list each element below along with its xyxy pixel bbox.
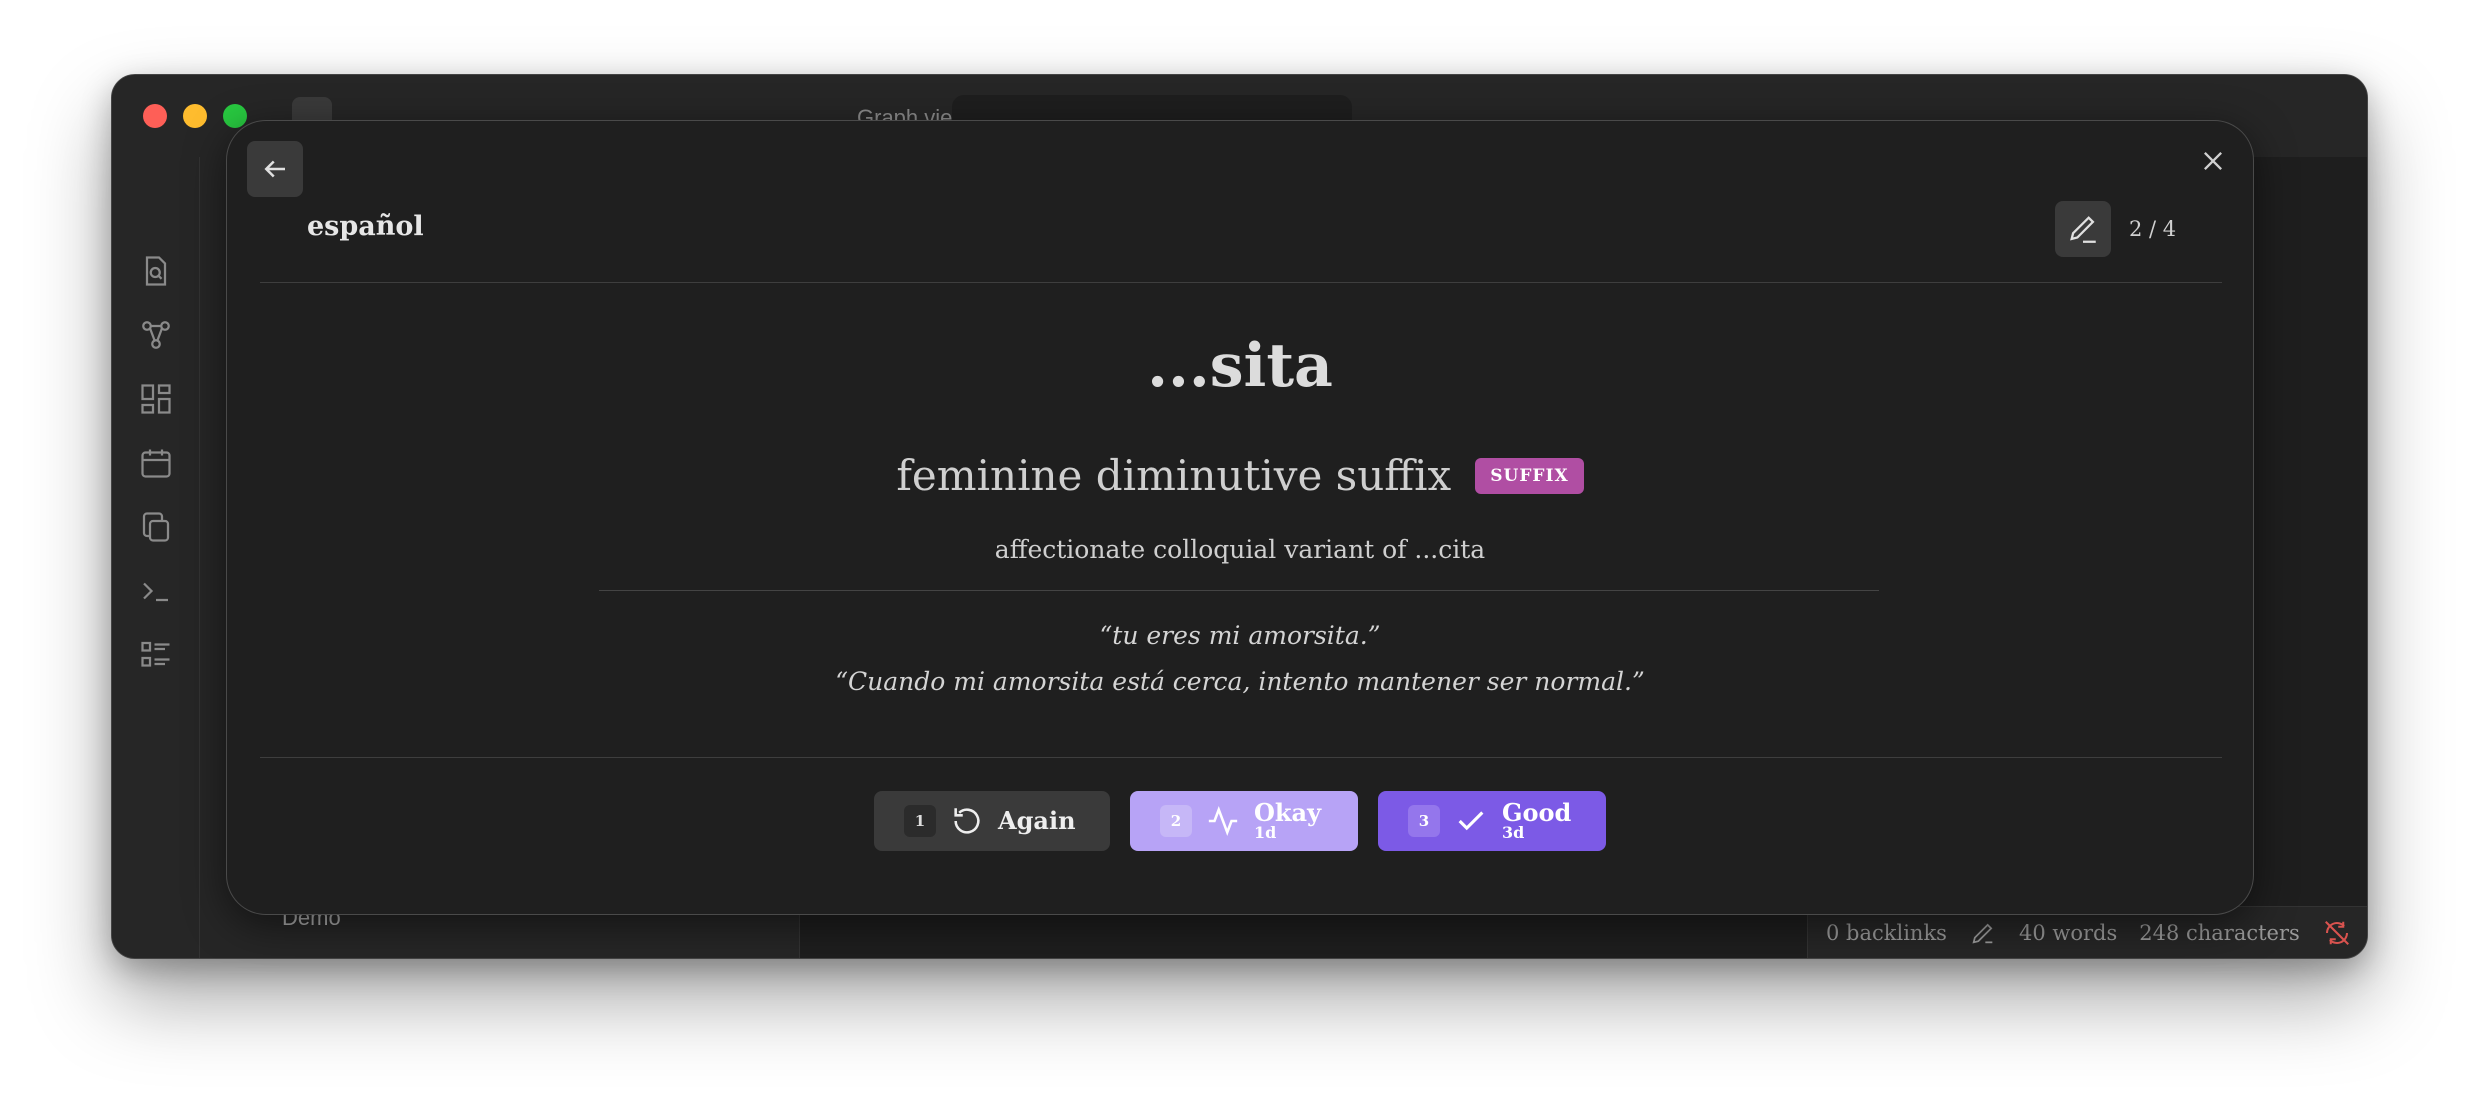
rotate-ccw-icon	[954, 808, 980, 834]
word-count: 40 words	[2018, 920, 2118, 945]
calendar-icon[interactable]	[138, 445, 174, 481]
shortcut-key: 1	[904, 805, 936, 837]
copy-icon[interactable]	[138, 509, 174, 545]
shortcut-key: 3	[1408, 805, 1440, 837]
good-label-group: Good 3d	[1502, 800, 1571, 842]
search-file-icon[interactable]	[138, 253, 174, 289]
card-term: ...sita	[1147, 331, 1333, 401]
deck-name: español	[307, 211, 424, 242]
answer-buttons: 1 Again 2 Okay 1d 3 Good 3d	[227, 791, 2253, 851]
ribbon	[112, 157, 200, 958]
close-icon	[2204, 152, 2222, 170]
divider	[260, 757, 2222, 758]
again-label: Again	[998, 806, 1076, 836]
okay-interval: 1d	[1254, 823, 1277, 843]
definition-row: feminine diminutive suffix SUFFIX	[227, 451, 2253, 500]
card-definition: feminine diminutive suffix	[896, 451, 1452, 500]
pencil-icon[interactable]	[1969, 919, 1997, 947]
again-button[interactable]: 1 Again	[874, 791, 1110, 851]
minimize-window-button[interactable]	[183, 104, 207, 128]
sync-error-icon[interactable]	[2322, 918, 2352, 948]
edit-card-button[interactable]	[2055, 201, 2111, 257]
arrow-left-icon	[264, 160, 285, 178]
divider	[599, 590, 1879, 591]
character-count: 248 characters	[2139, 920, 2300, 945]
okay-label-group: Okay 1d	[1254, 800, 1321, 842]
activity-icon	[1208, 806, 1238, 836]
card-counter: 2 / 4	[2129, 217, 2177, 241]
back-button[interactable]	[247, 141, 303, 197]
flashcard-modal: español 2 / 4 ...sita feminine diminutiv…	[226, 120, 2254, 915]
divider	[260, 282, 2222, 283]
list-icon[interactable]	[138, 637, 174, 673]
check-icon	[1458, 811, 1484, 831]
pencil-icon	[2070, 216, 2096, 243]
good-button[interactable]: 3 Good 3d	[1378, 791, 1606, 851]
backlinks-count[interactable]: 0 backlinks	[1826, 921, 1947, 945]
good-interval: 3d	[1502, 823, 1525, 843]
part-of-speech-badge: SUFFIX	[1475, 457, 1584, 494]
graph-icon[interactable]	[138, 317, 174, 353]
maximize-window-button[interactable]	[223, 104, 247, 128]
terminal-icon[interactable]	[138, 573, 174, 609]
close-window-button[interactable]	[143, 104, 167, 128]
card-note: affectionate colloquial variant of ...ci…	[994, 535, 1486, 564]
close-modal-button[interactable]	[2193, 141, 2233, 181]
shortcut-key: 2	[1160, 805, 1192, 837]
okay-button[interactable]: 2 Okay 1d	[1130, 791, 1358, 851]
example-sentence: “tu eres mi amorsita.”	[1099, 621, 1381, 650]
example-sentence: “Cuando mi amorsita está cerca, intento …	[835, 667, 1645, 696]
dashboard-icon[interactable]	[138, 381, 174, 417]
